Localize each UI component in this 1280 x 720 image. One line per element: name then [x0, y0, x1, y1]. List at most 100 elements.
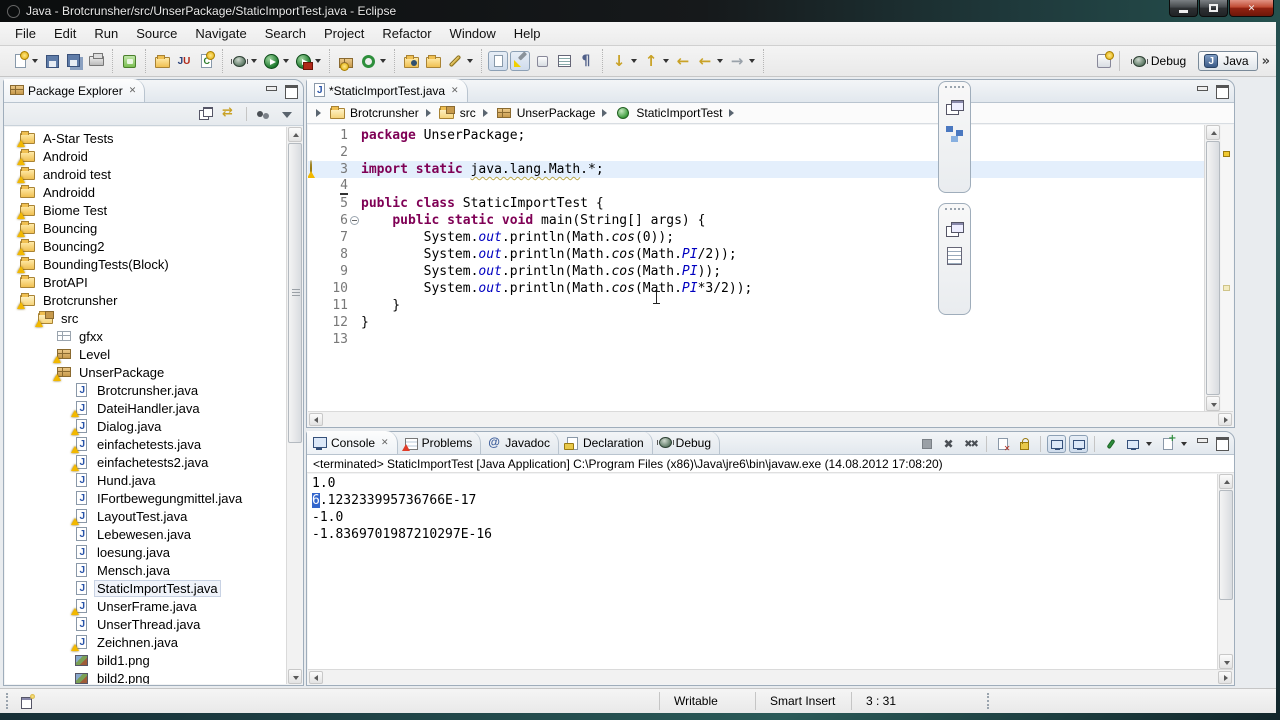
- tree-item[interactable]: Lebewesen.java: [5, 525, 285, 543]
- breadcrumb-arrow-icon[interactable]: [602, 109, 608, 117]
- menu-item-refactor[interactable]: Refactor: [373, 23, 440, 44]
- code-editor[interactable]: 1 package UnserPackage; 2 3 import static ja…: [308, 125, 1233, 411]
- tree-item[interactable]: UnserFrame.java: [5, 597, 285, 615]
- window-minimize-button[interactable]: [1169, 0, 1198, 17]
- tab-declaration[interactable]: Declaration: [559, 431, 653, 454]
- menu-item-source[interactable]: Source: [127, 23, 186, 44]
- tree-item[interactable]: src: [5, 309, 285, 327]
- maximize-editor-icon[interactable]: [1215, 84, 1229, 99]
- menu-item-project[interactable]: Project: [315, 23, 373, 44]
- tree-item[interactable]: A-Star Tests: [5, 129, 285, 147]
- close-tab-icon[interactable]: ✕: [381, 438, 389, 448]
- minimize-editor-icon[interactable]: [1195, 84, 1209, 96]
- window-maximize-button[interactable]: [1199, 0, 1228, 17]
- editor-vertical-scrollbar[interactable]: [1204, 125, 1221, 411]
- menu-item-search[interactable]: Search: [256, 23, 315, 44]
- previous-annotation-dropdown-icon[interactable]: [663, 59, 669, 63]
- tree-item[interactable]: bild2.png: [5, 669, 285, 684]
- last-edit-location-icon[interactable]: ←: [673, 51, 693, 71]
- new-package-icon[interactable]: [336, 51, 356, 71]
- open-resource-icon[interactable]: [423, 51, 443, 71]
- toolbar-overflow-chevron[interactable]: »: [1262, 54, 1270, 69]
- tree-item[interactable]: Level: [5, 345, 285, 363]
- code-line[interactable]: 2: [308, 144, 1204, 161]
- minimize-console-icon[interactable]: [1195, 436, 1209, 448]
- console-horizontal-scrollbar[interactable]: [308, 669, 1233, 684]
- tree-item[interactable]: Bouncing2: [5, 237, 285, 255]
- menu-item-navigate[interactable]: Navigate: [186, 23, 255, 44]
- annotate-pen-dropdown-icon[interactable]: [467, 59, 473, 63]
- link-with-editor-icon[interactable]: [222, 105, 238, 122]
- tree-item[interactable]: StaticImportTest.java: [5, 579, 285, 597]
- view-menu-icon[interactable]: [279, 106, 295, 122]
- open-console-dropdown-icon[interactable]: [1181, 442, 1187, 446]
- minimize-view-icon[interactable]: [264, 84, 278, 96]
- new-wizard-icon[interactable]: [10, 51, 30, 71]
- open-console-icon[interactable]: [1158, 433, 1177, 453]
- show-whitespace-icon[interactable]: ¶: [576, 51, 596, 71]
- clear-console-icon[interactable]: [993, 435, 1012, 453]
- code-line[interactable]: 9 System.out.println(Math.cos(Math.PI));: [308, 263, 1204, 280]
- show-source-icon[interactable]: [554, 51, 574, 71]
- coverage-dropdown-icon[interactable]: [380, 59, 386, 63]
- new-java-project-icon[interactable]: [152, 51, 172, 71]
- pin-console-icon[interactable]: [1101, 435, 1120, 453]
- drag-handle[interactable]: [945, 208, 964, 216]
- breadcrumb-arrow-icon[interactable]: [729, 109, 735, 117]
- fold-collapse-icon[interactable]: [348, 216, 361, 225]
- debug-icon[interactable]: [229, 51, 249, 71]
- tasks-view-icon[interactable]: [944, 246, 966, 268]
- tree-item[interactable]: UnserPackage: [5, 363, 285, 381]
- fast-view-icon[interactable]: [21, 693, 35, 709]
- print-icon[interactable]: [86, 51, 106, 71]
- tree-item[interactable]: DateiHandler.java: [5, 399, 285, 417]
- coverage-icon[interactable]: [358, 51, 378, 71]
- code-line[interactable]: 10 System.out.println(Math.cos(Math.PI*3…: [308, 280, 1204, 297]
- run-dropdown-icon[interactable]: [283, 59, 289, 63]
- tree-item[interactable]: Bouncing: [5, 219, 285, 237]
- tree-item[interactable]: loesung.java: [5, 543, 285, 561]
- code-line[interactable]: 11 }: [308, 297, 1204, 314]
- editor-tab-staticimporttest[interactable]: *StaticImportTest.java ✕: [307, 79, 468, 102]
- maximize-view-icon[interactable]: [284, 84, 298, 99]
- code-line[interactable]: 6 public static void main(String[] args)…: [308, 212, 1204, 229]
- tab-javadoc[interactable]: Javadoc: [481, 431, 559, 454]
- close-view-icon[interactable]: ✕: [129, 86, 137, 96]
- remove-launch-icon[interactable]: ✖: [939, 435, 958, 453]
- drag-handle[interactable]: [945, 86, 964, 94]
- show-stdout-icon[interactable]: [1047, 435, 1066, 453]
- previous-annotation-icon[interactable]: ↑: [641, 51, 661, 71]
- open-perspective-icon[interactable]: [1094, 51, 1114, 71]
- run-external-dropdown-icon[interactable]: [315, 59, 321, 63]
- console-vertical-scrollbar[interactable]: [1217, 474, 1233, 669]
- overview-ruler[interactable]: [1221, 125, 1233, 411]
- save-icon[interactable]: [42, 51, 62, 71]
- display-selected-console-dropdown-icon[interactable]: [1146, 442, 1152, 446]
- menu-item-window[interactable]: Window: [441, 23, 505, 44]
- breadcrumb-arrow-icon[interactable]: [482, 109, 488, 117]
- tree-scrollbar-thumb[interactable]: [288, 143, 302, 443]
- menu-item-run[interactable]: Run: [85, 23, 127, 44]
- scroll-left-icon[interactable]: [309, 671, 323, 684]
- terminate-icon[interactable]: [917, 435, 936, 453]
- scroll-left-icon[interactable]: [309, 413, 323, 426]
- scroll-up-icon[interactable]: [1219, 474, 1233, 489]
- scroll-down-icon[interactable]: [1206, 396, 1220, 411]
- breadcrumb-arrow-icon[interactable]: [316, 109, 321, 117]
- code-line[interactable]: 8 System.out.println(Math.cos(Math.PI/2)…: [308, 246, 1204, 263]
- tree-item[interactable]: Biome Test: [5, 201, 285, 219]
- show-stderr-icon[interactable]: [1069, 435, 1088, 453]
- tree-item[interactable]: gfxx: [5, 327, 285, 345]
- editor-scrollbar-thumb[interactable]: [1206, 141, 1220, 395]
- editor-horizontal-scrollbar[interactable]: [308, 411, 1233, 426]
- open-type-icon[interactable]: [401, 51, 421, 71]
- forward-icon[interactable]: →: [727, 51, 747, 71]
- perspective-debug-button[interactable]: Debug: [1128, 52, 1194, 70]
- scroll-right-icon[interactable]: [1218, 671, 1232, 684]
- editor-tab-close-icon[interactable]: ✕: [451, 86, 459, 96]
- warning-marker[interactable]: [1223, 151, 1230, 157]
- tree-item[interactable]: Hund.java: [5, 471, 285, 489]
- console-output[interactable]: 1.0 6.123233995736766E-17 -1.0 -1.836970198…: [308, 474, 1233, 669]
- save-all-icon[interactable]: [64, 51, 84, 71]
- tab-console[interactable]: Console ✕: [307, 431, 398, 454]
